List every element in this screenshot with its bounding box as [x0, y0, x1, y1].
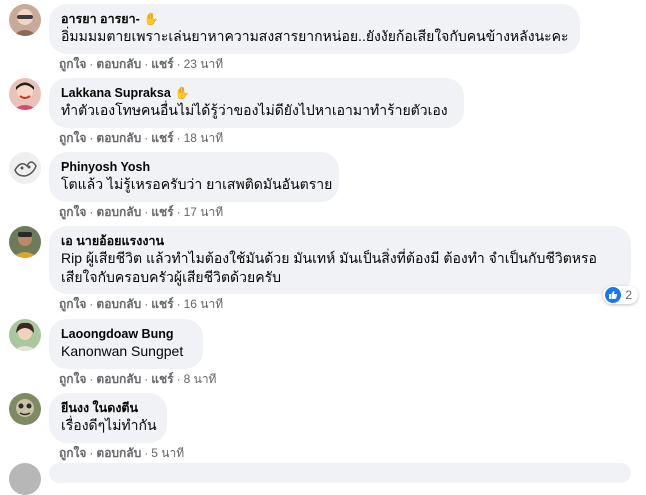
timestamp[interactable]: 23 นาที	[184, 57, 224, 71]
comment-bubble: เอ นายอ้อยแรงงาน Rip ผู้เสียชีวิต แล้วทำ…	[49, 226, 631, 294]
reaction-badge[interactable]: 2	[603, 286, 638, 304]
timestamp[interactable]: 18 นาที	[184, 131, 224, 145]
comment-text: Rip ผู้เสียชีวิต แล้วทำไมต้องใช้มันด้วย …	[61, 250, 597, 285]
separator: ·	[176, 297, 181, 311]
like-icon	[605, 287, 622, 303]
avatar[interactable]	[9, 4, 41, 36]
timestamp[interactable]: 5 นาที	[151, 446, 184, 460]
separator: ·	[89, 372, 94, 386]
share-link[interactable]: แชร์	[151, 297, 173, 311]
comment-author[interactable]: Lakkana Supraksa	[61, 85, 171, 101]
comment-text: อิ่มมมมตายเพราะเล่นยาหาความสงสารยากหน่อย…	[61, 28, 569, 44]
share-link[interactable]: แชร์	[151, 131, 173, 145]
comment-actions: ถูกใจ · ตอบกลับ · 5 นาที	[59, 445, 184, 461]
reply-link[interactable]: ตอบกลับ	[96, 297, 141, 311]
reply-link[interactable]: ตอบกลับ	[96, 205, 141, 219]
like-link[interactable]: ถูกใจ	[59, 297, 86, 311]
separator: ·	[89, 446, 94, 460]
wave-icon: ✋	[174, 86, 190, 100]
share-link[interactable]: แชร์	[151, 372, 173, 386]
wave-icon: ✋	[143, 12, 159, 26]
comment-text: โตแล้ว ไม่รู้เหรอครับว่า ยาเสพติดมันอันต…	[61, 176, 333, 192]
comment-bubble: Phinyosh Yosh โตแล้ว ไม่รู้เหรอครับว่า ย…	[49, 152, 339, 202]
separator: ·	[176, 57, 181, 71]
next-comment-bubble-partial	[49, 463, 631, 483]
avatar[interactable]	[9, 393, 41, 425]
separator: ·	[176, 205, 181, 219]
separator: ·	[89, 297, 94, 311]
comment-actions: ถูกใจ · ตอบกลับ · แชร์ · 8 นาที	[59, 371, 216, 387]
reply-link[interactable]: ตอบกลับ	[96, 57, 141, 71]
comment-author[interactable]: เอ นายอ้อยแรงงาน	[61, 233, 164, 249]
separator: ·	[89, 131, 94, 145]
separator: ·	[89, 57, 94, 71]
separator: ·	[144, 57, 149, 71]
comment-actions: ถูกใจ · ตอบกลับ · แชร์ · 17 นาที	[59, 204, 223, 220]
like-link[interactable]: ถูกใจ	[59, 57, 86, 71]
timestamp[interactable]: 17 นาที	[184, 205, 224, 219]
separator: ·	[89, 205, 94, 219]
like-link[interactable]: ถูกใจ	[59, 446, 86, 460]
separator: ·	[144, 446, 149, 460]
like-link[interactable]: ถูกใจ	[59, 372, 86, 386]
share-link[interactable]: แชร์	[151, 57, 173, 71]
like-link[interactable]: ถูกใจ	[59, 131, 86, 145]
comment-text: เรื่องดีๆไม่ทำกัน	[61, 417, 157, 433]
comment-actions: ถูกใจ · ตอบกลับ · แชร์ · 16 นาที	[59, 296, 223, 312]
timestamp[interactable]: 16 นาที	[184, 297, 224, 311]
avatar[interactable]	[9, 78, 41, 110]
comment-text[interactable]: Kanonwan Sungpet	[61, 342, 191, 361]
reply-link[interactable]: ตอบกลับ	[96, 372, 141, 386]
comment-author[interactable]: อารยา อารยา-	[61, 11, 140, 27]
comment-text: ทำตัวเองโทษคนอื่นไม่ได้รู้ว่าของไม่ดียัง…	[61, 102, 448, 118]
share-link[interactable]: แชร์	[151, 205, 173, 219]
comment-author[interactable]: Laoongdoaw Bung	[61, 326, 173, 342]
avatar[interactable]	[9, 319, 41, 351]
comment-author[interactable]: Phinyosh Yosh	[61, 159, 150, 175]
separator: ·	[176, 131, 181, 145]
separator: ·	[144, 372, 149, 386]
like-link[interactable]: ถูกใจ	[59, 205, 86, 219]
comment-bubble: อารยา อารยา- ✋ อิ่มมมมตายเพราะเล่นยาหาคว…	[49, 4, 580, 54]
avatar[interactable]	[9, 226, 41, 258]
comment-bubble: ยีนงง ในดงตีน เรื่องดีๆไม่ทำกัน	[49, 393, 167, 443]
separator: ·	[144, 205, 149, 219]
separator: ·	[144, 297, 149, 311]
comment-bubble: Lakkana Supraksa ✋ ทำตัวเองโทษคนอื่นไม่ไ…	[49, 78, 464, 128]
comment-author[interactable]: ยีนงง ในดงตีน	[61, 400, 138, 416]
timestamp[interactable]: 8 นาที	[184, 372, 217, 386]
comment-bubble: Laoongdoaw Bung Kanonwan Sungpet	[49, 319, 203, 369]
comment-actions: ถูกใจ · ตอบกลับ · แชร์ · 23 นาที	[59, 56, 223, 72]
separator: ·	[144, 131, 149, 145]
avatar[interactable]	[9, 152, 41, 184]
reaction-count: 2	[625, 288, 632, 302]
reply-link[interactable]: ตอบกลับ	[96, 131, 141, 145]
reply-link[interactable]: ตอบกลับ	[96, 446, 141, 460]
comment-actions: ถูกใจ · ตอบกลับ · แชร์ · 18 นาที	[59, 130, 223, 146]
next-comment-avatar-partial	[9, 463, 41, 495]
separator: ·	[176, 372, 181, 386]
